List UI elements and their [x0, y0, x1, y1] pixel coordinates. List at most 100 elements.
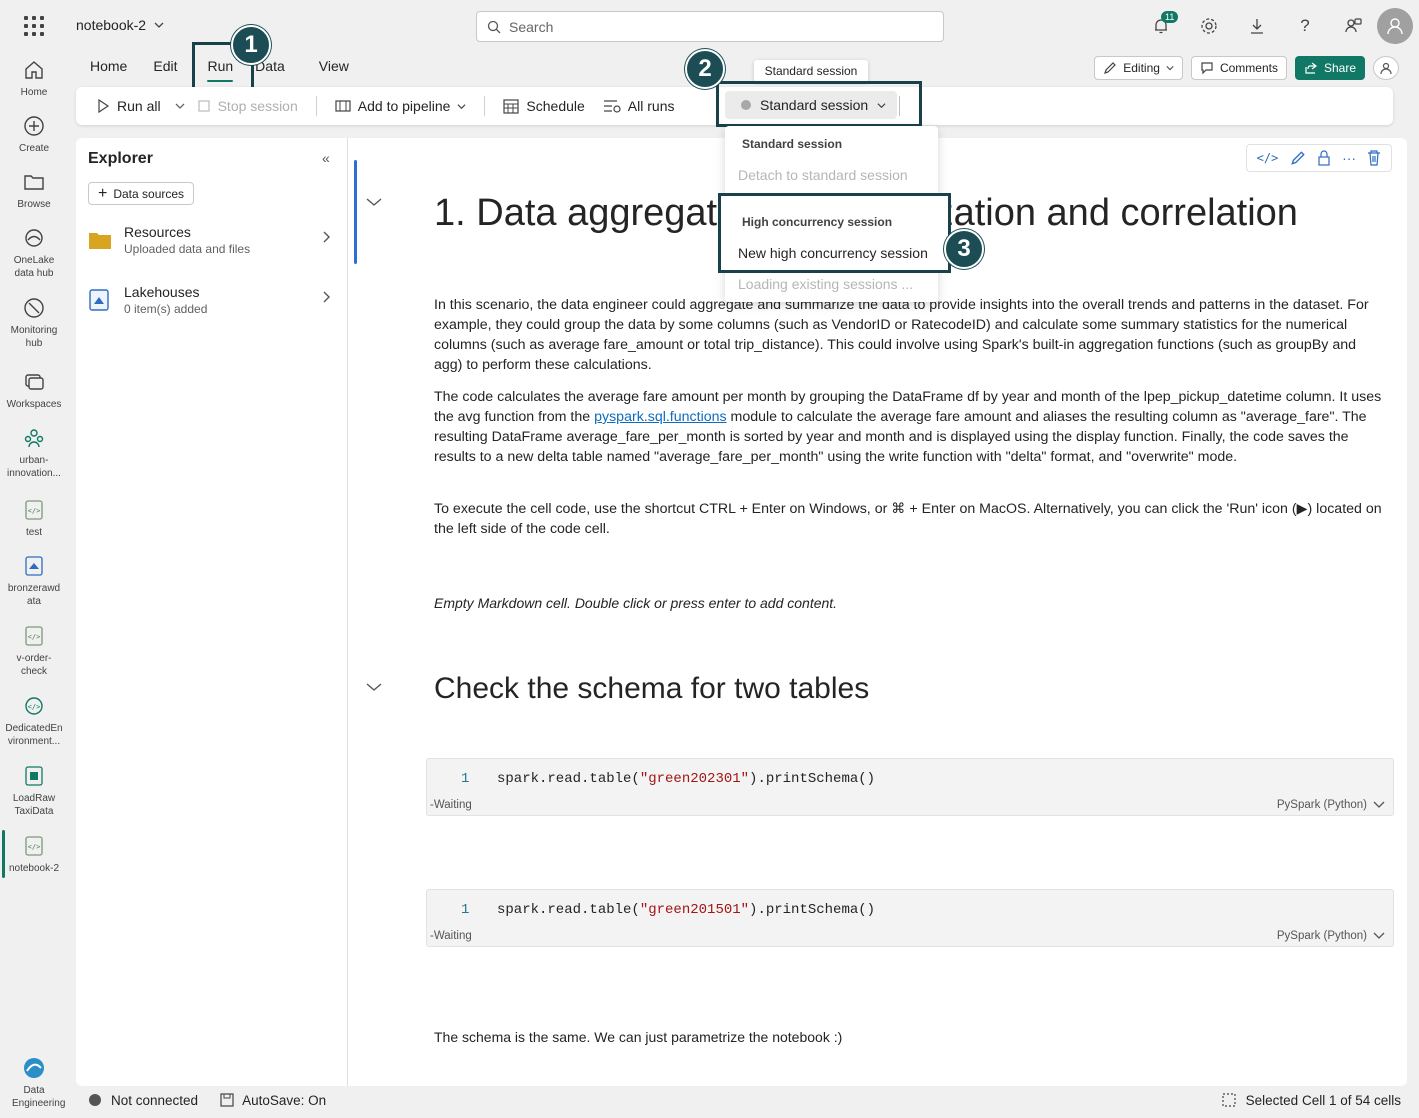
toolbar-divider: [484, 96, 486, 116]
code-cell[interactable]: 1 spark.read.table("green202301").printS…: [426, 758, 1394, 816]
chevron-down-icon: [1166, 66, 1174, 71]
settings-button[interactable]: [1185, 8, 1233, 44]
lakehouse-icon: [89, 289, 109, 311]
rail-item-browse[interactable]: Browse: [0, 170, 68, 211]
new-high-concurrency-session-item[interactable]: New high concurrency session: [738, 245, 928, 261]
download-button[interactable]: [1233, 8, 1281, 44]
feedback-button[interactable]: [1329, 8, 1377, 44]
closing-text: The schema is the same. We can just para…: [434, 1029, 843, 1045]
rail-item-urban-innovation[interactable]: urban-innovation...: [0, 426, 68, 480]
schedule-label: Schedule: [526, 98, 585, 114]
detach-standard-session-item[interactable]: Detach to standard session: [738, 167, 908, 183]
add-data-sources-button[interactable]: + Data sources: [88, 182, 195, 205]
monitor-icon: [22, 296, 46, 320]
app-launcher-icon[interactable]: [22, 14, 46, 38]
autosave-status[interactable]: AutoSave: On: [242, 1093, 326, 1108]
code-icon[interactable]: </>: [1257, 151, 1279, 165]
ribbon-right-actions: Editing Comments Share: [1094, 56, 1399, 80]
plus-circle-icon: [22, 114, 46, 138]
all-runs-button[interactable]: All runs: [603, 98, 674, 114]
language-selector[interactable]: PySpark (Python): [1277, 799, 1385, 811]
share-label: Share: [1323, 61, 1356, 75]
collapse-section-icon[interactable]: [366, 194, 382, 210]
tab-view[interactable]: View: [309, 52, 359, 82]
rail-label: urban-innovation...: [7, 455, 61, 479]
explorer-item-resources[interactable]: Resources Uploaded data and files: [88, 218, 338, 262]
language-label: PySpark (Python): [1276, 930, 1367, 942]
rail-item-v-order-check[interactable]: </> v-order-check: [0, 624, 68, 678]
active-cell-indicator: [354, 160, 357, 264]
search-input[interactable]: Search: [476, 11, 944, 42]
chevron-down-icon: [1373, 932, 1385, 939]
line-number: 1: [461, 771, 470, 787]
chevron-down-icon: [1373, 801, 1385, 808]
language-selector[interactable]: PySpark (Python): [1277, 930, 1385, 942]
session-label: Standard session: [760, 97, 869, 113]
more-options-icon[interactable]: ···: [1342, 150, 1356, 166]
stop-session-button[interactable]: Stop session: [197, 98, 298, 114]
editing-mode-button[interactable]: Editing: [1094, 56, 1183, 80]
rail-label: v-order-check: [16, 653, 52, 677]
plus-icon: +: [98, 184, 108, 202]
svg-text:</>: </>: [28, 507, 41, 515]
notebook-icon: </>: [22, 498, 46, 522]
notebook-icon: </>: [22, 834, 46, 858]
rail-label: Create: [18, 143, 49, 154]
menu-header-high-concurrency: High concurrency session: [742, 215, 893, 229]
avatar[interactable]: [1377, 8, 1413, 44]
rail-item-monitoring[interactable]: Monitoring hub: [0, 296, 68, 350]
connection-status: Not connected: [111, 1092, 199, 1108]
rail-item-loadrawtaxidata[interactable]: LoadRawTaxiData: [0, 764, 68, 818]
question-icon: ?: [1300, 16, 1310, 35]
rail-item-bronzerawdata[interactable]: bronzerawdata: [0, 554, 68, 608]
pencil-icon[interactable]: [1290, 150, 1306, 166]
people-feedback-icon: [1345, 18, 1362, 33]
rail-item-test[interactable]: </> test: [0, 498, 68, 539]
lock-icon[interactable]: [1317, 150, 1331, 166]
run-all-button[interactable]: Run all: [96, 98, 161, 114]
rail-label: OneLake data hub: [13, 255, 55, 279]
run-all-dropdown[interactable]: [175, 101, 185, 111]
empty-markdown-cell[interactable]: Empty Markdown cell. Double click or pre…: [434, 595, 837, 611]
cell-status: -Waiting: [430, 930, 472, 942]
comment-icon: [1201, 62, 1213, 75]
notebook-icon: </>: [22, 624, 46, 648]
explorer-item-lakehouses[interactable]: Lakehouses 0 item(s) added: [88, 278, 338, 322]
tab-home[interactable]: Home: [80, 52, 137, 82]
code-cell[interactable]: 1 spark.read.table("green201501").printS…: [426, 889, 1394, 947]
rail-item-dedicated-environment[interactable]: </> DedicatedEnvironment...: [0, 694, 68, 748]
collapse-explorer-icon[interactable]: «: [322, 150, 330, 166]
code-line: spark.read.table("green201501").printSch…: [497, 902, 875, 918]
schedule-button[interactable]: Schedule: [503, 98, 585, 114]
data-sources-label: Data sources: [113, 186, 185, 201]
add-to-pipeline-button[interactable]: Add to pipeline: [335, 98, 467, 114]
notifications-button[interactable]: 11: [1137, 8, 1185, 44]
home-icon: [22, 58, 46, 82]
delete-icon[interactable]: [1367, 150, 1381, 166]
rail-item-data-engineering[interactable]: Data Engineering: [0, 1056, 68, 1110]
chevron-down-icon: [457, 103, 466, 109]
notebook-title[interactable]: notebook-2: [76, 17, 164, 33]
toolbar-divider: [315, 96, 317, 116]
rail-item-notebook-2[interactable]: </> notebook-2: [0, 834, 68, 875]
help-button[interactable]: ?: [1281, 8, 1329, 44]
comments-label: Comments: [1219, 61, 1278, 75]
chevron-right-icon: [323, 231, 330, 243]
section-heading[interactable]: Check the schema for two tables: [434, 672, 869, 706]
rail-item-create[interactable]: Create: [0, 114, 68, 155]
share-button[interactable]: Share: [1294, 56, 1365, 80]
save-icon: [220, 1093, 234, 1107]
selection-icon: [1222, 1093, 1236, 1107]
collapse-section-icon[interactable]: [366, 679, 382, 695]
pyspark-functions-link[interactable]: pyspark.sql.functions: [594, 409, 726, 425]
share-icon: [1305, 62, 1317, 74]
session-selector-button[interactable]: Standard session: [725, 91, 897, 119]
collaborators-button[interactable]: [1373, 56, 1399, 80]
session-tooltip: Standard session: [754, 60, 868, 82]
tab-edit[interactable]: Edit: [143, 52, 187, 82]
rail-item-onelake[interactable]: OneLake data hub: [0, 226, 68, 280]
rail-item-workspaces[interactable]: Workspaces: [0, 370, 68, 411]
rail-item-home[interactable]: Home: [0, 58, 68, 99]
comments-button[interactable]: Comments: [1190, 56, 1287, 80]
code-text: ).printSchema(): [749, 902, 876, 918]
